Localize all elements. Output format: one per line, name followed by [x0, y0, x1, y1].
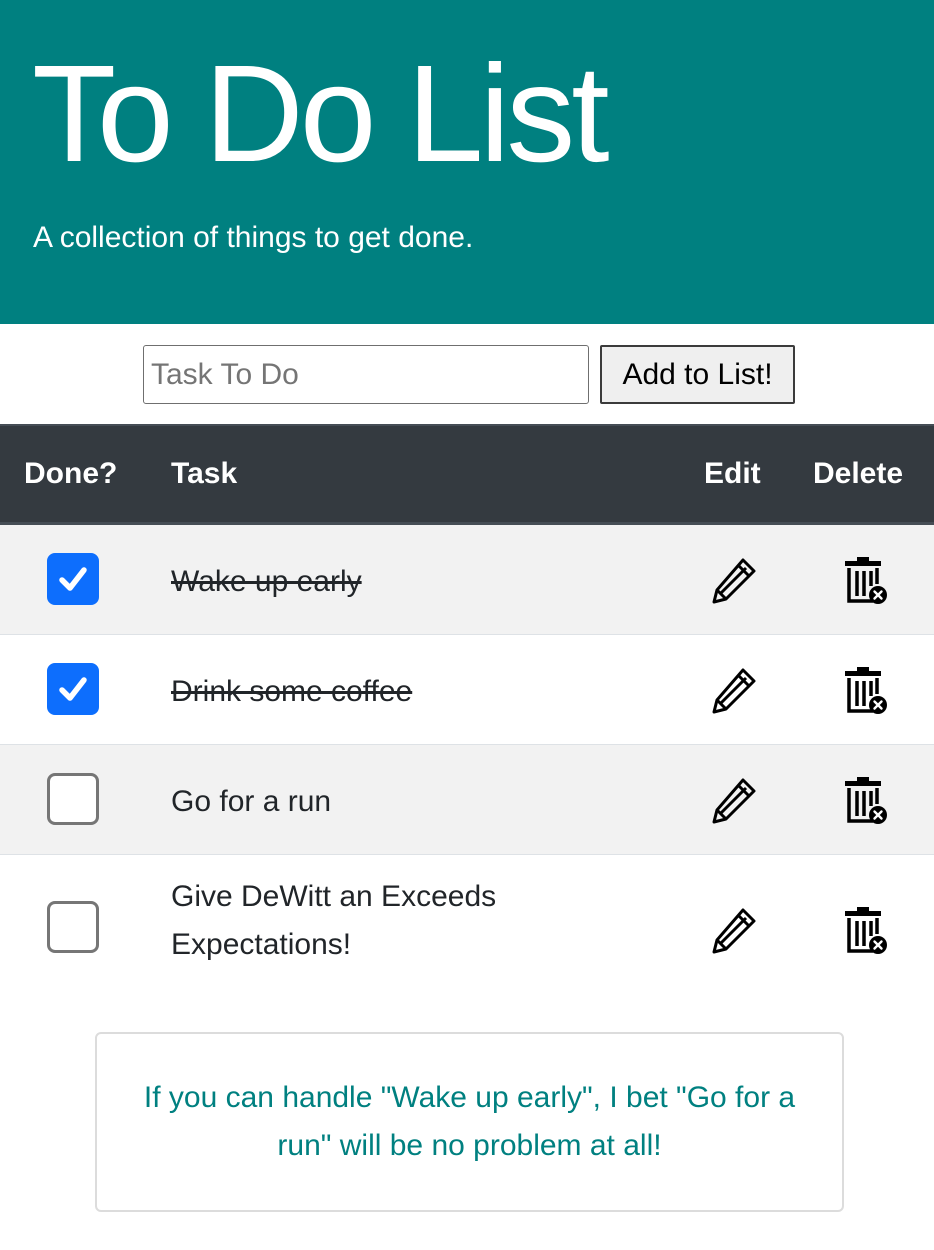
delete-button[interactable]	[836, 903, 890, 957]
encouragement-text: If you can handle "Wake up early", I bet…	[143, 1081, 796, 1162]
pencil-icon	[712, 778, 756, 824]
table-row: Give DeWitt an Exceeds Expectations!	[0, 855, 934, 985]
done-checkbox[interactable]	[47, 901, 99, 953]
delete-button[interactable]	[836, 773, 890, 827]
edit-button[interactable]	[707, 903, 761, 957]
page-header: To Do List A collection of things to get…	[0, 0, 934, 324]
page-subtitle: A collection of things to get done.	[33, 221, 474, 254]
edit-button[interactable]	[707, 663, 761, 717]
header-done: Done?	[24, 457, 118, 490]
trash-icon	[845, 557, 887, 604]
table-row: Go for a run	[0, 745, 934, 855]
task-text: Go for a run	[171, 785, 332, 818]
edit-button[interactable]	[707, 553, 761, 607]
delete-button[interactable]	[836, 553, 890, 607]
table-body: Wake up early Drink some coffee Go for a r…	[0, 525, 934, 985]
header-task: Task	[171, 457, 238, 490]
pencil-icon	[712, 558, 756, 604]
edit-button[interactable]	[707, 773, 761, 827]
checkmark-icon	[59, 567, 87, 591]
table-row: Drink some coffee	[0, 635, 934, 745]
table-header: Done? Task Edit Delete	[0, 424, 934, 525]
trash-icon	[845, 777, 887, 824]
todo-table: Done? Task Edit Delete Wake up early Drin…	[0, 424, 934, 985]
task-input[interactable]	[143, 345, 589, 404]
task-text: Drink some coffee	[171, 675, 413, 708]
add-to-list-button[interactable]: Add to List!	[600, 345, 795, 404]
done-checkbox[interactable]	[47, 553, 99, 605]
done-checkbox[interactable]	[47, 663, 99, 715]
task-text: Give DeWitt an Exceeds Expectations!	[171, 880, 497, 961]
checkmark-icon	[59, 677, 87, 701]
pencil-icon	[712, 908, 756, 954]
encouragement-card: If you can handle "Wake up early", I bet…	[95, 1032, 844, 1212]
trash-icon	[845, 907, 887, 954]
page-title: To Do List	[32, 37, 610, 191]
header-edit: Edit	[704, 457, 761, 490]
table-row: Wake up early	[0, 525, 934, 635]
header-delete: Delete	[813, 457, 904, 490]
trash-icon	[845, 667, 887, 714]
add-task-form: Add to List!	[0, 324, 934, 424]
delete-button[interactable]	[836, 663, 890, 717]
task-text: Wake up early	[171, 565, 362, 598]
pencil-icon	[712, 668, 756, 714]
done-checkbox[interactable]	[47, 773, 99, 825]
